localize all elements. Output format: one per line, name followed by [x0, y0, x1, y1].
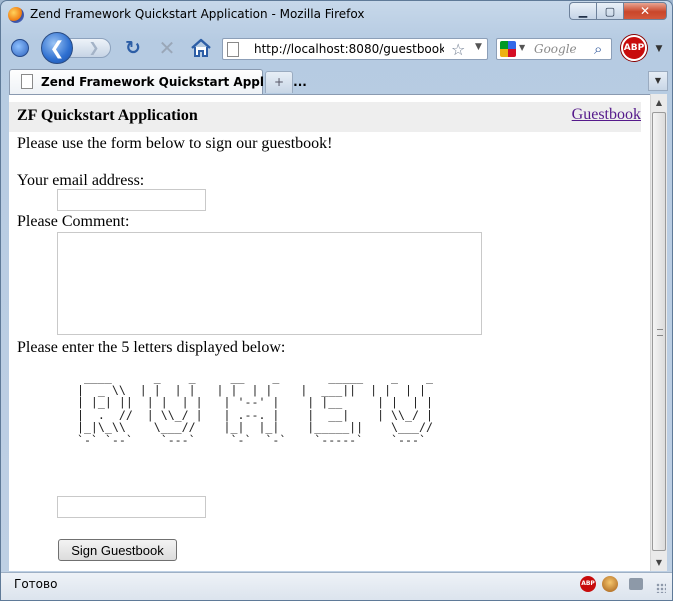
greasemonkey-icon[interactable]	[602, 576, 618, 592]
window-controls: ▁ ▢ ✕	[569, 2, 667, 20]
stop-button[interactable]: ✕	[156, 36, 178, 60]
engine-dropdown-icon[interactable]: ▼	[519, 43, 525, 52]
close-button[interactable]: ✕	[623, 2, 667, 20]
search-bar[interactable]: ▼ Google ⌕	[496, 38, 612, 60]
guestbook-link[interactable]: Guestbook	[572, 106, 641, 124]
captcha-image: ____ _ _ __ _ _____ _ _ | _ \\ | | | | |…	[76, 370, 433, 447]
page-content: ZF Quickstart Application Guestbook Plea…	[9, 94, 650, 571]
status-text: Готово	[14, 577, 58, 591]
tab-list-button[interactable]: ▼	[648, 71, 668, 91]
url-text[interactable]: http://localhost:8080/guestbook/sign	[254, 42, 444, 56]
adblock-icon: ABP	[623, 43, 645, 53]
captcha-input[interactable]	[57, 496, 206, 518]
reload-icon: ↻	[125, 37, 141, 59]
back-button[interactable]: ❮	[41, 32, 73, 64]
scroll-up-icon[interactable]: ▲	[651, 94, 667, 111]
page-icon	[21, 74, 33, 89]
window-title: Zend Framework Quickstart Application - …	[30, 7, 365, 21]
history-dropdown-icon[interactable]: ▼	[475, 42, 482, 52]
page-header: ZF Quickstart Application Guestbook	[9, 102, 641, 132]
minimize-icon: ▁	[578, 4, 588, 18]
comment-textarea[interactable]	[57, 232, 482, 335]
sign-guestbook-button[interactable]: Sign Guestbook	[58, 539, 177, 561]
home-icon	[191, 38, 211, 57]
close-icon: ✕	[639, 4, 651, 18]
title-bar: Zend Framework Quickstart Application - …	[1, 1, 672, 29]
new-tab-button[interactable]: +	[265, 71, 293, 93]
bookmark-star-icon[interactable]: ☆	[451, 40, 465, 59]
search-icon[interactable]: ⌕	[594, 40, 602, 58]
comment-label: Please Comment:	[17, 213, 130, 230]
adblock-menu-button[interactable]: ▼	[653, 43, 665, 55]
status-bar: Готово ABP	[1, 572, 672, 600]
email-field[interactable]	[57, 189, 206, 211]
scroll-down-icon[interactable]: ▼	[651, 554, 667, 571]
firefox-logo-icon	[8, 7, 24, 23]
adblock-status-icon[interactable]: ABP	[580, 576, 596, 592]
plugin-icon[interactable]	[629, 578, 643, 590]
search-input[interactable]: Google	[534, 42, 577, 56]
back-arrow-icon: ❮	[49, 37, 65, 59]
resize-grip-icon[interactable]	[656, 583, 666, 593]
vertical-scrollbar[interactable]: ▲ ▼	[650, 94, 667, 571]
page-title: ZF Quickstart Application	[17, 107, 198, 124]
browser-window: Zend Framework Quickstart Application - …	[0, 0, 673, 601]
email-label: Your email address:	[17, 172, 145, 189]
maximize-button[interactable]: ▢	[596, 2, 623, 20]
forward-arrow-icon: ❯	[88, 40, 100, 56]
chevron-down-icon: ▼	[655, 44, 663, 54]
tab-bar: Zend Framework Quickstart Applicati... +…	[1, 67, 672, 94]
google-icon[interactable]	[500, 41, 516, 57]
grip-icon	[657, 329, 663, 336]
scroll-thumb[interactable]	[652, 112, 666, 551]
plus-icon: +	[273, 75, 285, 89]
navigation-toolbar: ❯ ❮ ↻ ✕ http://localhost:8080/guestbook/…	[1, 30, 672, 66]
minimize-button[interactable]: ▁	[569, 2, 596, 20]
forward-button[interactable]: ❯	[69, 38, 111, 58]
maximize-icon: ▢	[604, 4, 616, 18]
adblock-button[interactable]: ABP	[621, 35, 647, 61]
home-button[interactable]	[189, 37, 213, 59]
address-bar[interactable]: http://localhost:8080/guestbook/sign ☆ ▼	[222, 38, 488, 60]
stop-icon: ✕	[158, 36, 176, 60]
chevron-down-icon: ▼	[654, 76, 662, 85]
captcha-label: Please enter the 5 letters displayed bel…	[17, 339, 286, 356]
tab-zend-quickstart[interactable]: Zend Framework Quickstart Applicati...	[9, 69, 307, 94]
reload-button[interactable]: ↻	[122, 37, 144, 59]
intro-text: Please use the form below to sign our gu…	[17, 135, 333, 152]
page-icon	[227, 42, 239, 57]
globe-icon[interactable]	[11, 39, 29, 57]
